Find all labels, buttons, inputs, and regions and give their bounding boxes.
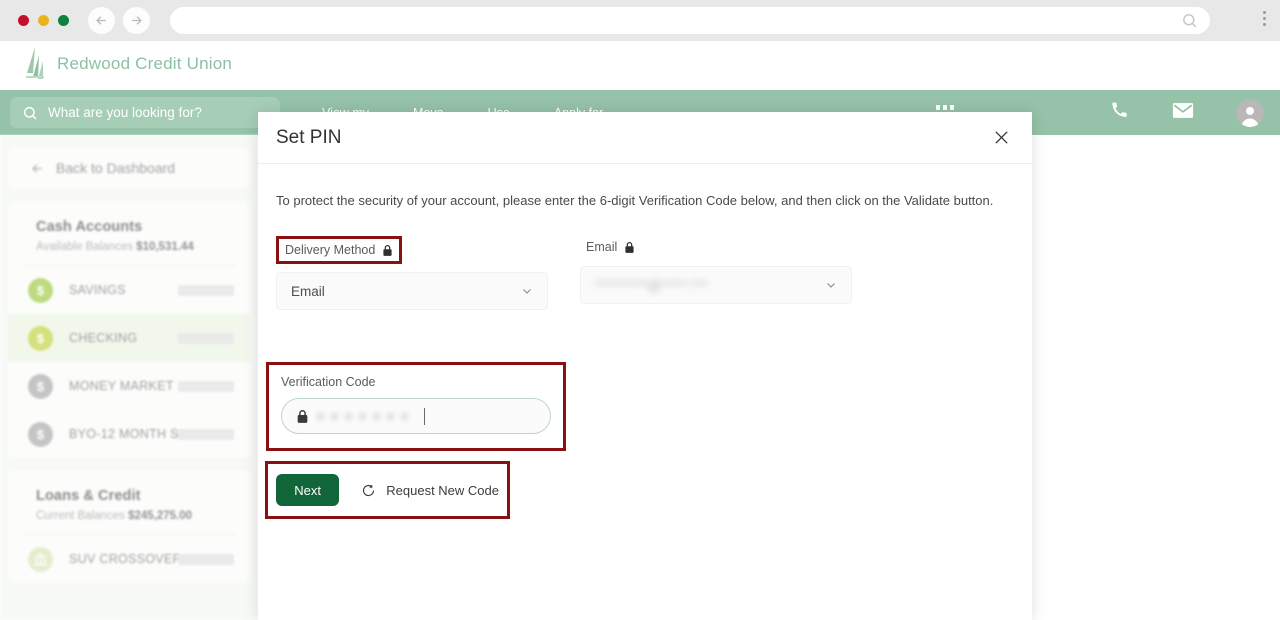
delivery-method-label-highlight: Delivery Method [276, 236, 403, 265]
chevron-down-icon [827, 283, 835, 288]
email-label-wrap: Email [580, 236, 641, 258]
window-minimize-button[interactable] [38, 15, 49, 26]
account-amount-redacted [178, 284, 234, 296]
bank-building-icon [28, 546, 53, 572]
browser-forward-button[interactable] [123, 7, 150, 34]
arrow-left-icon [32, 163, 42, 173]
search-icon [1181, 12, 1198, 34]
site-header: Redwood Credit Union [0, 41, 1280, 90]
email-label: Email [586, 240, 618, 255]
modal-title: Set PIN [276, 126, 342, 148]
user-avatar-icon[interactable] [1236, 98, 1264, 127]
group-balance: Available Balances $10,531.44 [36, 241, 250, 253]
refresh-icon [363, 484, 375, 496]
arrow-left-icon [96, 16, 106, 25]
account-amount-redacted [178, 380, 234, 392]
window-close-button[interactable] [18, 15, 29, 26]
account-amount-redacted [178, 332, 234, 344]
account-name: SUV CROSSOVER [69, 552, 182, 566]
email-field: Email **********@*****.*** [580, 236, 852, 310]
group-header: Cash Accounts Available Balances $10,531… [8, 201, 250, 259]
phone-icon[interactable] [1111, 101, 1130, 125]
group-title: Cash Accounts [36, 219, 143, 235]
ellipsis-icon[interactable] [936, 105, 954, 110]
verification-code-highlight: Verification Code [266, 362, 566, 451]
group-balance-label: Current Balances [36, 510, 125, 522]
window-maximize-button[interactable] [58, 15, 69, 26]
set-pin-modal: Set PIN To protect the security of your … [258, 112, 1032, 620]
group-balance-label: Available Balances [36, 241, 133, 253]
arrow-right-icon [132, 16, 142, 25]
account-name: SAVINGS [69, 283, 126, 297]
dollar-coin-icon: $ [28, 325, 53, 351]
lock-icon [297, 409, 308, 423]
delivery-fields-row: Delivery Method Email Email **********@*… [276, 236, 1014, 311]
close-icon[interactable] [988, 125, 1014, 151]
site-search-placeholder: What are you looking for? [48, 105, 202, 120]
browser-menu-button[interactable] [1263, 11, 1266, 26]
browser-address-bar[interactable] [170, 7, 1210, 34]
list-item[interactable]: SUV CROSSOVER [8, 535, 250, 583]
account-group-cash-accounts: Cash Accounts Available Balances $10,531… [8, 201, 250, 458]
verification-code-label: Verification Code [281, 375, 376, 389]
modal-body: To protect the security of your account,… [258, 164, 1032, 519]
delivery-method-select[interactable]: Email [276, 272, 548, 311]
text-caret [424, 407, 425, 425]
verification-code-masked-value [317, 412, 408, 420]
browser-toolbar [0, 0, 1280, 41]
lock-icon [383, 244, 392, 256]
dollar-coin-icon: $ [28, 421, 53, 447]
account-name: CHECKING [69, 331, 138, 345]
email-value: **********@*****.*** [595, 277, 708, 293]
request-new-code-button[interactable]: Request New Code [347, 483, 499, 498]
list-item[interactable]: $ SAVINGS [8, 266, 250, 314]
verification-code-input[interactable] [281, 398, 551, 434]
group-balance: Current Balances $245,275.00 [36, 510, 250, 522]
redwood-tree-logo-icon [26, 47, 44, 79]
account-amount-redacted [178, 553, 234, 565]
modal-actions-highlight: Next Request New Code [265, 461, 510, 519]
account-group-loans-credit: Loans & Credit Current Balances $245,275… [8, 470, 250, 583]
chevron-down-icon [523, 289, 531, 294]
list-item[interactable]: $ MONEY MARKET GRO... [8, 362, 250, 410]
delivery-method-value: Email [291, 283, 325, 299]
accounts-sidebar: Back to Dashboard Cash Accounts Availabl… [0, 135, 258, 620]
envelope-icon[interactable] [1172, 102, 1194, 124]
brand-name: Redwood Credit Union [57, 54, 233, 73]
dollar-coin-icon: $ [28, 373, 53, 399]
list-item[interactable]: $ CHECKING [8, 314, 250, 362]
group-balance-value: $10,531.44 [136, 241, 194, 253]
lock-icon [625, 241, 634, 253]
dollar-coin-icon: $ [28, 277, 53, 303]
modal-header: Set PIN [258, 112, 1032, 164]
request-new-code-label: Request New Code [386, 482, 499, 498]
brand-logo[interactable]: Redwood Credit Union [24, 47, 232, 81]
back-to-dashboard-label: Back to Dashboard [56, 160, 176, 176]
delivery-method-field: Delivery Method Email [276, 236, 548, 311]
group-header: Loans & Credit Current Balances $245,275… [8, 470, 250, 528]
email-select[interactable]: **********@*****.*** [580, 266, 852, 305]
back-to-dashboard-link[interactable]: Back to Dashboard [8, 147, 250, 189]
delivery-method-label: Delivery Method [285, 243, 376, 258]
header-action-icons [1111, 90, 1264, 135]
search-icon [23, 106, 37, 120]
group-balance-value: $245,275.00 [128, 510, 193, 522]
screenshot-root: Redwood Credit Union What are you lookin… [0, 0, 1280, 620]
account-amount-redacted [178, 428, 234, 440]
list-item[interactable]: $ BYO-12 MONTH SHA... [8, 410, 250, 458]
next-button[interactable]: Next [276, 474, 340, 506]
browser-back-button[interactable] [88, 7, 115, 34]
site-search-input[interactable]: What are you looking for? [10, 97, 280, 128]
modal-instructions: To protect the security of your account,… [276, 193, 994, 208]
window-controls [18, 15, 69, 26]
group-title: Loans & Credit [36, 488, 141, 504]
